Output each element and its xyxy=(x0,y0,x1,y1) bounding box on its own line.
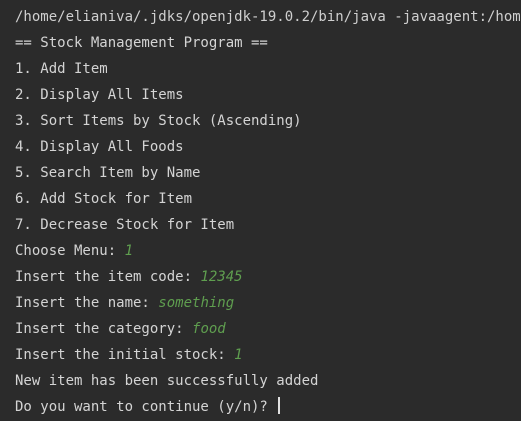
prompt-label: Insert the category: xyxy=(15,321,193,337)
menu-item-search-item: 5. Search Item by Name xyxy=(15,165,201,181)
prompt-label: Insert the item code: xyxy=(15,269,201,285)
menu-item-add-item: 1. Add Item xyxy=(15,61,108,77)
menu-item-add-stock: 6. Add Stock for Item xyxy=(15,191,193,207)
run-console-output[interactable]: /home/elianiva/.jdks/openjdk-19.0.2/bin/… xyxy=(0,0,521,421)
text-cursor xyxy=(278,397,281,414)
prompt-label: Insert the name: xyxy=(15,295,159,311)
menu-item-display-all-foods: 4. Display All Foods xyxy=(15,139,184,155)
prompt-label: Choose Menu: xyxy=(15,243,125,259)
prompt-initial-stock: Insert the initial stock: 1 xyxy=(15,342,521,368)
prompt-label: Insert the initial stock: xyxy=(15,347,235,363)
prompt-item-name: Insert the name: something xyxy=(15,290,521,316)
user-input-value: 1 xyxy=(124,243,134,259)
prompt-item-code: Insert the item code: 12345 xyxy=(15,264,521,290)
user-input-value: food xyxy=(192,321,226,337)
user-input-value: 12345 xyxy=(200,269,243,285)
user-input-value: something xyxy=(158,295,235,311)
prompt-item-category: Insert the category: food xyxy=(15,316,521,342)
prompt-label: Do you want to continue (y/n)? xyxy=(15,399,277,415)
user-input-value: 1 xyxy=(234,347,243,363)
java-command-line: /home/elianiva/.jdks/openjdk-19.0.2/bin/… xyxy=(15,9,521,25)
prompt-continue[interactable]: Do you want to continue (y/n)? xyxy=(15,394,521,420)
menu-item-sort-items: 3. Sort Items by Stock (Ascending) xyxy=(15,113,302,129)
menu-item-display-all-items: 2. Display All Items xyxy=(15,87,184,103)
program-header: == Stock Management Program == xyxy=(15,35,268,51)
prompt-choose-menu: Choose Menu: 1 xyxy=(15,238,521,264)
menu-item-decrease-stock: 7. Decrease Stock for Item xyxy=(15,217,235,233)
success-message: New item has been successfully added xyxy=(15,373,319,389)
